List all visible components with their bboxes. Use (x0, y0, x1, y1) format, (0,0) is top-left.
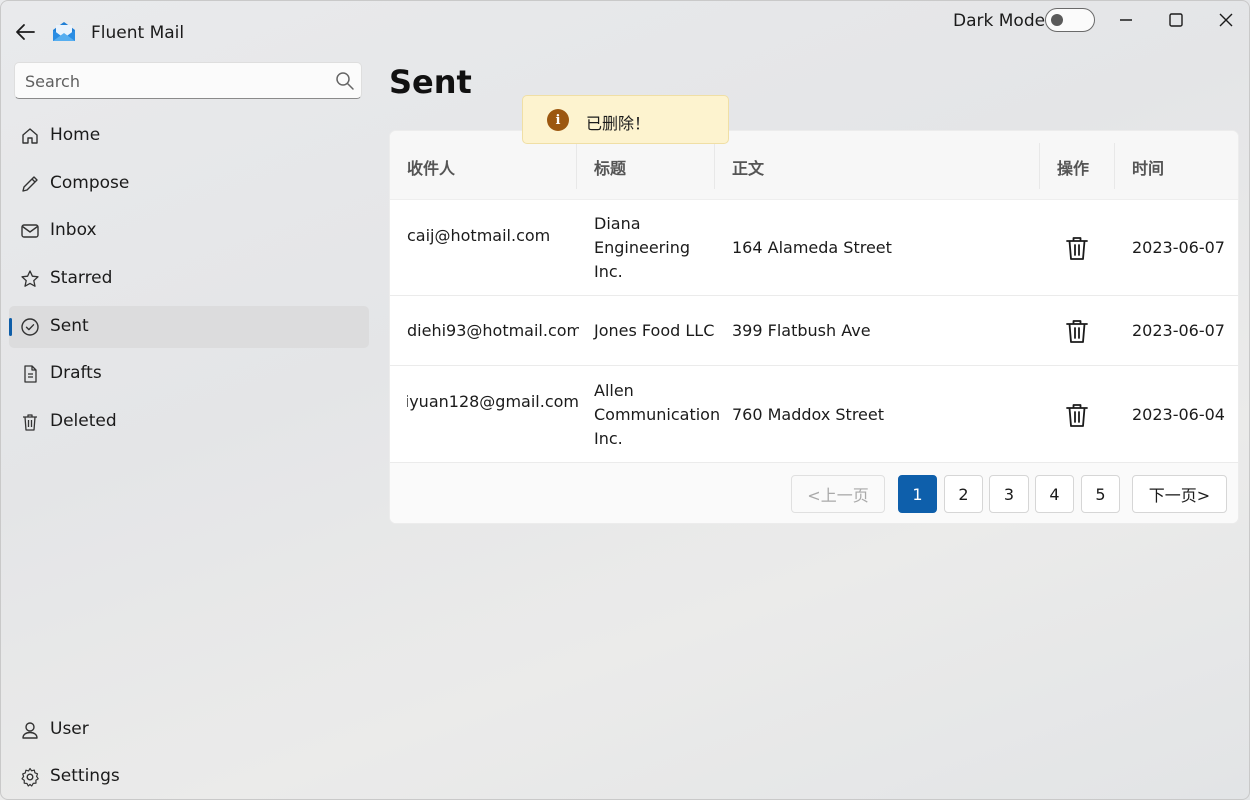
sidebar-item-user[interactable]: User (9, 709, 369, 751)
sidebar-item-label: Deleted (50, 411, 117, 431)
column-header-body[interactable]: 正文 (732, 155, 764, 179)
document-icon (20, 364, 40, 384)
back-arrow-icon[interactable] (13, 21, 37, 43)
sidebar-item-inbox[interactable]: Inbox (9, 210, 369, 252)
column-header-subject[interactable]: 标题 (594, 155, 626, 179)
sidebar-item-home[interactable]: Home (9, 115, 369, 157)
recipient-cell: niyuan128@gmail.com (407, 392, 579, 411)
subject-cell: Diana Engineering Inc. (594, 214, 690, 281)
column-divider[interactable] (714, 143, 715, 189)
pagination: <上一页 1 2 3 4 5 下一页> (390, 463, 1238, 523)
sidebar-item-label: Settings (50, 766, 120, 786)
column-header-recipient[interactable]: 收件人 (407, 155, 455, 179)
page-button-5[interactable]: 5 (1081, 475, 1120, 513)
sidebar-item-settings[interactable]: Settings (9, 756, 369, 798)
dark-mode-label: Dark Mode (953, 11, 1046, 31)
app-title: Fluent Mail (91, 23, 185, 43)
app-window: Fluent Mail Dark Mode Home Compose (0, 0, 1250, 800)
column-header-actions[interactable]: 操作 (1057, 155, 1089, 179)
search-box[interactable] (14, 62, 362, 99)
delete-trash-icon[interactable] (1064, 234, 1090, 262)
sidebar-item-label: Compose (50, 173, 130, 193)
page-button-4[interactable]: 4 (1035, 475, 1074, 513)
dark-mode-toggle[interactable] (1045, 8, 1095, 32)
user-icon (20, 720, 40, 740)
page-button-2[interactable]: 2 (944, 475, 983, 513)
sidebar-item-compose[interactable]: Compose (9, 163, 369, 205)
pencil-icon (20, 174, 40, 194)
sidebar-item-label: Drafts (50, 363, 102, 383)
column-divider[interactable] (1039, 143, 1040, 189)
table-row[interactable]: niyuan128@gmail.com Allen Communication … (390, 366, 1238, 463)
recipient-cell: caij@hotmail.com (407, 226, 551, 245)
sidebar-item-label: Inbox (50, 220, 97, 240)
page-button-1[interactable]: 1 (898, 475, 937, 513)
date-cell: 2023-06-04 (1132, 405, 1225, 424)
date-cell: 2023-06-07 (1132, 321, 1225, 340)
gear-icon (20, 767, 40, 787)
sidebar-item-label: Home (50, 125, 101, 145)
body-cell: 760 Maddox Street (732, 405, 885, 424)
sidebar-item-drafts[interactable]: Drafts (9, 353, 369, 395)
sidebar-item-sent[interactable]: Sent (9, 306, 369, 348)
table-row[interactable]: diehi93@hotmail.com Jones Food LLC 399 F… (390, 296, 1238, 366)
column-divider[interactable] (1114, 143, 1115, 189)
next-page-button[interactable]: 下一页> (1132, 475, 1227, 513)
mail-app-icon (52, 21, 76, 43)
maximize-icon[interactable] (1161, 7, 1191, 33)
prev-page-button[interactable]: <上一页 (791, 475, 885, 513)
close-icon[interactable] (1211, 7, 1241, 33)
minimize-icon[interactable] (1111, 7, 1141, 33)
date-cell: 2023-06-07 (1132, 238, 1225, 257)
check-circle-icon (20, 317, 40, 337)
trash-icon (20, 412, 40, 432)
page-title: Sent (389, 63, 472, 101)
deleted-toast: i 已删除！ (522, 95, 729, 144)
page-button-3[interactable]: 3 (989, 475, 1029, 513)
info-icon: i (547, 109, 569, 131)
subject-cell: Jones Food LLC (594, 321, 715, 340)
sent-mail-table: 收件人 标题 正文 操作 时间 caij@hotmail.com Diana E… (389, 130, 1239, 524)
toggle-knob (1051, 14, 1063, 26)
delete-trash-icon[interactable] (1064, 401, 1090, 429)
column-divider[interactable] (576, 143, 577, 189)
subject-cell: Allen Communication Inc. (594, 381, 721, 448)
home-icon (20, 126, 40, 146)
sidebar-item-deleted[interactable]: Deleted (9, 401, 369, 443)
sidebar-item-label: Starred (50, 268, 113, 288)
column-header-time[interactable]: 时间 (1132, 155, 1164, 179)
mail-icon (20, 221, 40, 241)
body-cell: 164 Alameda Street (732, 238, 892, 257)
search-icon[interactable] (335, 71, 355, 91)
table-header: 收件人 标题 正文 操作 时间 (390, 131, 1238, 200)
sidebar-item-label: User (50, 719, 89, 739)
toast-message: 已删除！ (586, 114, 651, 133)
delete-trash-icon[interactable] (1064, 317, 1090, 345)
body-cell: 399 Flatbush Ave (732, 321, 871, 340)
star-icon (20, 269, 40, 289)
recipient-cell: diehi93@hotmail.com (407, 321, 579, 340)
sidebar-item-label: Sent (50, 316, 89, 336)
sidebar-item-starred[interactable]: Starred (9, 258, 369, 300)
search-input[interactable] (25, 70, 325, 92)
table-row[interactable]: caij@hotmail.com Diana Engineering Inc. … (390, 200, 1238, 296)
